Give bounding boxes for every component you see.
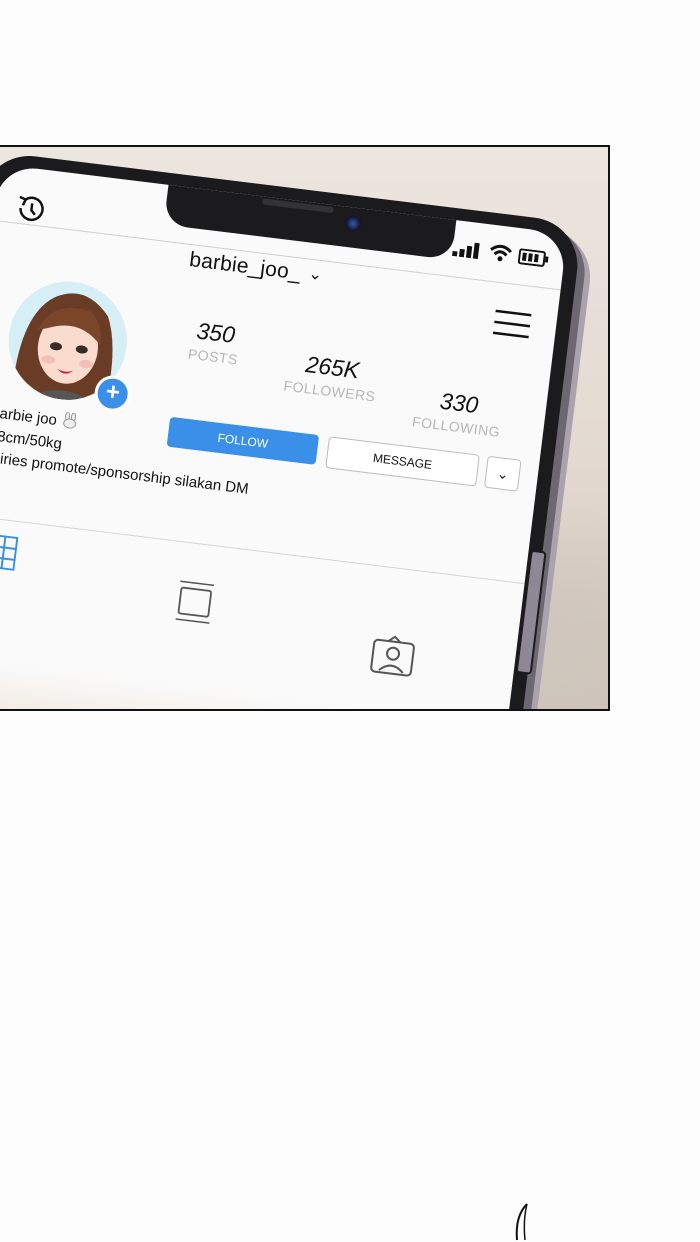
profile-display-name: barbie joo — [0, 403, 80, 432]
tabs-divider — [0, 513, 525, 585]
chevron-down-icon[interactable]: ⌄ — [307, 264, 324, 286]
bio-line-2: inquiries promote/sponsorship silakan DM — [0, 446, 250, 498]
igtv-tab-icon[interactable] — [173, 579, 216, 625]
more-options-button[interactable]: ⌄ — [483, 455, 522, 492]
profile-username[interactable]: barbie_joo_ ⌄ — [188, 248, 324, 288]
phone: barbie_joo_ ⌄ + 350 POSTS 265K FOLLOWERS… — [0, 147, 608, 709]
phone-screen: barbie_joo_ ⌄ + 350 POSTS 265K FOLLOWERS… — [0, 164, 568, 709]
stat-followers[interactable]: 265K FOLLOWERS — [264, 346, 399, 407]
signal-icon — [451, 242, 480, 260]
status-bar — [451, 238, 549, 268]
battery-icon — [517, 248, 549, 267]
comic-panel: barbie_joo_ ⌄ + 350 POSTS 265K FOLLOWERS… — [0, 145, 610, 711]
hamburger-menu-icon[interactable] — [492, 308, 533, 342]
bunny-emoji-icon — [63, 411, 77, 429]
tagged-tab-icon[interactable] — [369, 633, 418, 678]
grid-tab-icon[interactable] — [0, 532, 19, 571]
follow-button[interactable]: FOLLOW — [166, 416, 320, 465]
screen-blur-overlay — [0, 656, 508, 709]
display-name-text: barbie joo — [0, 404, 58, 429]
username-text: barbie_joo_ — [188, 248, 303, 285]
message-button[interactable]: MESSAGE — [325, 436, 480, 487]
wifi-icon — [490, 244, 512, 262]
front-camera — [344, 214, 363, 233]
hair-strand-drawing — [515, 1203, 528, 1241]
stat-following[interactable]: 330 FOLLOWING — [391, 382, 526, 443]
stat-posts[interactable]: 350 POSTS — [167, 314, 262, 370]
bio-line-1: 168cm/50kg — [0, 425, 63, 453]
